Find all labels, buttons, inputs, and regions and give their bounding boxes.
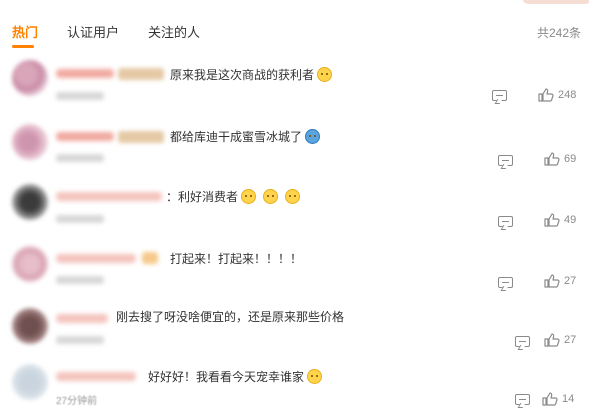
- like-count: 14: [562, 393, 575, 405]
- tab-verified-users[interactable]: 认证用户: [67, 22, 119, 41]
- reply-icon[interactable]: [492, 90, 507, 101]
- thumbs-up-icon: [538, 88, 554, 102]
- comment-text: 打起来！打起来！！！！: [170, 250, 302, 267]
- reply-icon[interactable]: [498, 277, 513, 288]
- comment-text: ：利好消费者: [166, 188, 301, 205]
- like-count: 248: [558, 89, 577, 101]
- username-blurred[interactable]: [56, 372, 136, 381]
- thumbs-up-icon: [544, 333, 560, 347]
- comment-meta-blurred: [56, 336, 104, 344]
- username-blurred[interactable]: [56, 254, 136, 263]
- like-count: 27: [564, 334, 577, 346]
- comment-text-content: 原来我是这次商战的获利者: [170, 68, 315, 82]
- comment-list: 原来我是这次商战的获利者 248 都给库迪干成蜜雪冰城了 69 ：利好消费者 4…: [0, 50, 589, 419]
- avatar[interactable]: [12, 308, 48, 344]
- comment-item: 都给库迪干成蜜雪冰城了 69: [0, 112, 589, 172]
- username-blurred[interactable]: [56, 314, 108, 323]
- comment-meta-blurred: [56, 154, 104, 162]
- username-blurred[interactable]: [56, 69, 114, 78]
- dog-emoji-icon: [263, 189, 279, 205]
- comment-text-content: 好好好！我看看今天宠幸谁家: [148, 370, 305, 384]
- comment-item: 刚去搜了呀没啥便宜的，还是原来那些价格 27: [0, 296, 589, 358]
- comment-text-content: 打起来！打起来！！！！: [170, 252, 303, 266]
- comment-item: 好好好！我看看今天宠幸谁家 27分钟前 14: [0, 358, 589, 419]
- comment-text-content: ：利好消费者: [166, 190, 239, 204]
- user-badge-blurred: [118, 131, 164, 143]
- comment-item: ：利好消费者 49: [0, 172, 589, 234]
- dog-emoji-icon: [241, 189, 257, 205]
- avatar[interactable]: [12, 184, 48, 220]
- dog-emoji-icon: [285, 189, 301, 205]
- thumbs-up-icon: [544, 152, 560, 166]
- thumbs-up-icon: [544, 213, 560, 227]
- comment-tabs: 热门 认证用户 关注的人 共242条: [0, 0, 589, 50]
- comment-text: 都给库迪干成蜜雪冰城了: [170, 128, 321, 145]
- tab-followed[interactable]: 关注的人: [148, 22, 200, 41]
- comment-item: 打起来！打起来！！！！ 27: [0, 234, 589, 296]
- reply-icon[interactable]: [498, 155, 513, 166]
- reply-icon[interactable]: [515, 394, 530, 405]
- snowman-emoji-icon: [305, 129, 321, 145]
- user-badge-blurred: [142, 252, 158, 264]
- comment-meta-blurred: [56, 92, 104, 100]
- avatar[interactable]: [12, 246, 48, 282]
- username-blurred[interactable]: [56, 192, 162, 201]
- comment-meta-blurred: [56, 215, 104, 223]
- thumbs-up-icon: [542, 392, 558, 406]
- dog-emoji-icon: [317, 67, 333, 83]
- comment-text-content: 都给库迪干成蜜雪冰城了: [170, 130, 303, 144]
- comment-item: 原来我是这次商战的获利者 248: [0, 50, 589, 112]
- like-count: 27: [564, 275, 577, 287]
- reply-icon[interactable]: [498, 216, 513, 227]
- user-badge-blurred: [118, 68, 164, 80]
- total-comment-count: 共242条: [536, 26, 581, 40]
- like-count: 49: [564, 214, 577, 226]
- comment-meta-blurred: [56, 276, 104, 284]
- comment-text: 好好好！我看看今天宠幸谁家: [148, 368, 323, 385]
- avatar[interactable]: [12, 364, 48, 400]
- avatar[interactable]: [12, 124, 48, 160]
- thumbs-up-icon: [544, 274, 560, 288]
- username-blurred[interactable]: [56, 132, 114, 141]
- comment-text: 原来我是这次商战的获利者: [170, 66, 333, 83]
- tab-hot[interactable]: 热门: [12, 22, 38, 41]
- comment-text-content: 刚去搜了呀没啥便宜的，还是原来那些价格: [116, 310, 345, 324]
- comment-text: 刚去搜了呀没啥便宜的，还是原来那些价格: [116, 308, 344, 325]
- active-tab-indicator: [12, 45, 34, 48]
- comment-time: 27分钟前: [56, 396, 98, 407]
- like-count: 69: [564, 153, 577, 165]
- reply-icon[interactable]: [515, 336, 530, 347]
- avatar[interactable]: [12, 60, 48, 96]
- dog-emoji-icon: [307, 369, 323, 385]
